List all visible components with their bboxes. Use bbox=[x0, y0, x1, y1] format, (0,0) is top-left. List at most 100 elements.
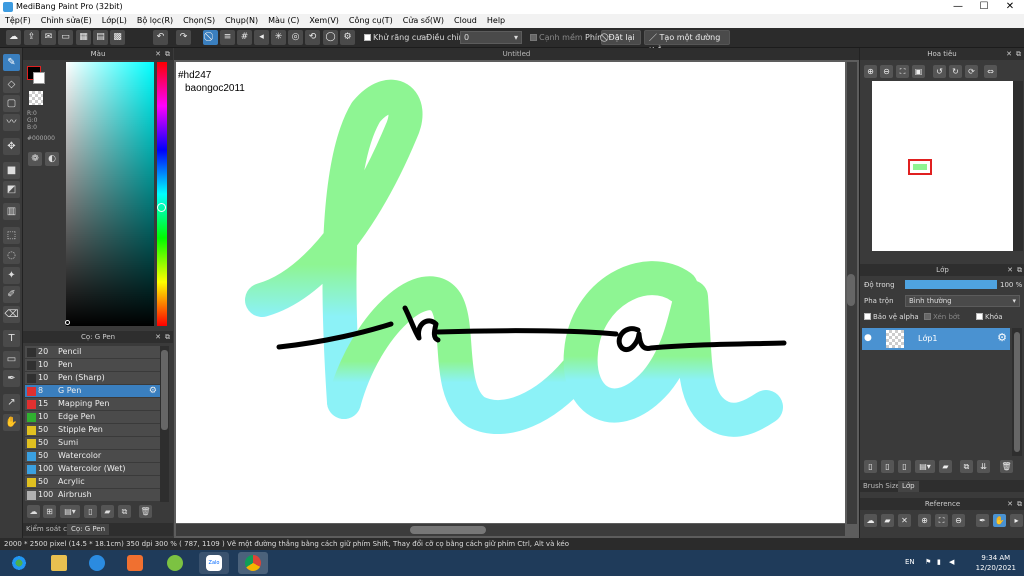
zoom-out-icon[interactable]: ⊖ bbox=[880, 65, 893, 78]
flip-horizontal-icon[interactable]: ⇔ bbox=[984, 65, 997, 78]
eyedropper-icon[interactable]: ✒ bbox=[3, 370, 20, 387]
reference-more-icon[interactable]: ▸ bbox=[1010, 514, 1023, 527]
menu-view[interactable]: Xem(V) bbox=[304, 14, 344, 28]
perspective-icon[interactable]: ◯ bbox=[323, 30, 338, 45]
tab-brush-size[interactable]: Brush Size bbox=[863, 482, 900, 490]
smooth-edge-toggle[interactable]: Cạnh mềm bbox=[530, 33, 583, 42]
brush-folder-icon[interactable]: ▰ bbox=[101, 505, 114, 518]
brush-item-acrylic[interactable]: 50 Acrylic bbox=[25, 476, 160, 489]
clipping-toggle[interactable]: Xén bớt bbox=[924, 313, 960, 321]
eraser-tool-icon[interactable]: ◇ bbox=[3, 76, 20, 93]
tiles-icon[interactable]: ▩ bbox=[110, 30, 125, 45]
curve-snap-icon[interactable]: ⟲ bbox=[305, 30, 320, 45]
maximize-button[interactable]: ☐ bbox=[972, 1, 996, 13]
brush-item-watercolor-wet[interactable]: 100 Watercolor (Wet) bbox=[25, 463, 160, 476]
panel-popout-icon[interactable]: ⧉ bbox=[1016, 48, 1021, 60]
antialias-checkbox[interactable] bbox=[364, 34, 371, 41]
undo-icon[interactable]: ↶ bbox=[153, 30, 168, 45]
tray-flag-icon[interactable]: ⚑ bbox=[925, 558, 931, 566]
tray-network-icon[interactable]: ▮ bbox=[937, 558, 941, 566]
layer-menu-icon[interactable]: ▤▾ bbox=[915, 460, 935, 473]
grid-icon[interactable]: ▦ bbox=[76, 30, 91, 45]
clock[interactable]: 9:34 AM 12/20/2021 bbox=[976, 553, 1016, 573]
dot-tool-icon[interactable]: ▢ bbox=[3, 95, 20, 112]
layout-icon[interactable]: ▤ bbox=[93, 30, 108, 45]
menu-color[interactable]: Màu (C) bbox=[263, 14, 304, 28]
panel-popout-icon[interactable]: ⧉ bbox=[1017, 264, 1022, 276]
brush-item-g-pen[interactable]: 8 G Pen ⚙ bbox=[25, 385, 160, 398]
panel-popout-icon[interactable]: ⧉ bbox=[165, 48, 170, 60]
adjust-select[interactable]: 0 ▾ bbox=[460, 31, 522, 44]
reset-button[interactable]: ⃠ Đặt lại bbox=[601, 30, 641, 45]
blend-mode-select[interactable]: Bình thường ▾ bbox=[905, 295, 1020, 307]
select-tool-icon[interactable]: ⬚ bbox=[3, 227, 20, 244]
radial-line-icon[interactable]: ✳ bbox=[271, 30, 286, 45]
grid-snap-icon[interactable]: # bbox=[237, 30, 252, 45]
open-reference-icon[interactable]: ▰ bbox=[881, 514, 894, 527]
menu-cloud[interactable]: Cloud bbox=[449, 14, 482, 28]
menu-select[interactable]: Chọn(S) bbox=[178, 14, 220, 28]
new-brush-icon[interactable]: ▯ bbox=[84, 505, 97, 518]
close-reference-icon[interactable]: ✕ bbox=[898, 514, 911, 527]
horizontal-scrollbar-thumb[interactable] bbox=[410, 526, 486, 534]
panel-divide-icon[interactable]: ▭ bbox=[3, 351, 20, 368]
brush-item-pen[interactable]: 10 Pen bbox=[25, 359, 160, 372]
zoom-in-icon[interactable]: ⊕ bbox=[864, 65, 877, 78]
tab-brush[interactable]: Cọ: G Pen bbox=[67, 524, 110, 535]
brush-settings-icon[interactable]: ⚙ bbox=[149, 385, 157, 397]
reset-rotation-icon[interactable]: ⟳ bbox=[965, 65, 978, 78]
start-button[interactable] bbox=[4, 552, 34, 574]
share-icon[interactable]: ⇪ bbox=[24, 30, 39, 45]
panel-close-icon[interactable]: ✕ bbox=[155, 331, 161, 343]
lock-toggle[interactable]: Khóa bbox=[976, 313, 1003, 321]
snap-off-icon[interactable]: ⃠ bbox=[203, 30, 218, 45]
brush-item-stipple-pen[interactable]: 50 Stipple Pen bbox=[25, 424, 160, 437]
delete-layer-icon[interactable]: 🗑 bbox=[1000, 460, 1013, 473]
transparent-color-swatch[interactable] bbox=[29, 91, 43, 105]
brush-item-watercolor[interactable]: 50 Watercolor bbox=[25, 450, 160, 463]
reference-hand-icon[interactable]: ✋ bbox=[993, 514, 1006, 527]
lasso-tool-icon[interactable]: ◌ bbox=[3, 247, 20, 264]
create-line-button[interactable]: ／ Tạo một đường thẳng bbox=[644, 30, 730, 55]
brush-item-pencil[interactable]: 20 Pencil bbox=[25, 346, 160, 359]
layer-folder-icon[interactable]: ▰ bbox=[939, 460, 952, 473]
clipping-checkbox[interactable] bbox=[924, 313, 931, 320]
delete-brush-icon[interactable]: 🗑 bbox=[139, 505, 152, 518]
reference-zoom-in-icon[interactable]: ⊕ bbox=[918, 514, 931, 527]
canvas-horizontal-scrollbar[interactable] bbox=[176, 524, 845, 536]
panel-popout-icon[interactable]: ⧉ bbox=[1017, 498, 1022, 510]
menu-help[interactable]: Help bbox=[482, 14, 510, 28]
tray-volume-icon[interactable]: ◀ bbox=[949, 558, 954, 566]
rotate-right-icon[interactable]: ↻ bbox=[949, 65, 962, 78]
fit-window-icon[interactable]: ⛶ bbox=[896, 65, 909, 78]
language-indicator[interactable]: EN bbox=[905, 558, 915, 566]
navigator-viewport[interactable] bbox=[908, 159, 932, 175]
select-eraser-icon[interactable]: ⌫ bbox=[3, 306, 20, 323]
blur-tool-icon[interactable]: 〰 bbox=[3, 114, 20, 131]
bucket-tool-icon[interactable]: ◩ bbox=[3, 181, 20, 198]
new-8bit-layer-icon[interactable]: ▯ bbox=[898, 460, 911, 473]
hue-slider[interactable] bbox=[157, 62, 167, 326]
gradient-tool-icon[interactable]: ▥ bbox=[3, 203, 20, 220]
brush-item-sumi[interactable]: 50 Sumi bbox=[25, 437, 160, 450]
reference-fit-icon[interactable]: ⛶ bbox=[935, 514, 948, 527]
taskbar-zalo[interactable]: Zalo bbox=[199, 552, 229, 574]
reference-eyedropper-icon[interactable]: ✒ bbox=[976, 514, 989, 527]
menu-tools[interactable]: Công cụ(T) bbox=[344, 14, 398, 28]
reference-zoom-out-icon[interactable]: ⊖ bbox=[952, 514, 965, 527]
minimize-button[interactable]: — bbox=[946, 1, 970, 13]
brush-item-edge-pen[interactable]: 10 Edge Pen bbox=[25, 411, 160, 424]
smooth-edge-checkbox[interactable] bbox=[530, 34, 537, 41]
taskbar-app[interactable] bbox=[160, 552, 190, 574]
taskbar-ie[interactable] bbox=[82, 552, 112, 574]
text-tool-icon[interactable]: T bbox=[3, 330, 20, 347]
layer-row[interactable]: ● Lớp1 ⚙ bbox=[862, 328, 1010, 350]
layer-settings-icon[interactable]: ⚙ bbox=[997, 331, 1007, 344]
panel-close-icon[interactable]: ✕ bbox=[1007, 498, 1013, 510]
background-color-swatch[interactable] bbox=[33, 72, 45, 84]
shape-tool-icon[interactable]: ■ bbox=[3, 162, 20, 179]
protect-alpha-toggle[interactable]: Bảo vệ alpha bbox=[864, 313, 919, 321]
snap-settings-icon[interactable]: ⚙ bbox=[340, 30, 355, 45]
tablet-icon[interactable]: ▭ bbox=[58, 30, 73, 45]
brush-tool-icon[interactable]: ✎ bbox=[3, 54, 20, 71]
